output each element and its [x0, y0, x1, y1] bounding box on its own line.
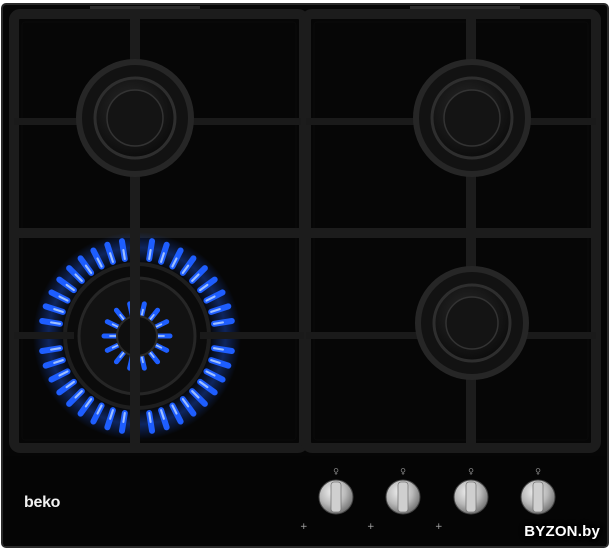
flame-core [122, 249, 126, 261]
flame-core [212, 321, 224, 325]
flame-core [148, 249, 152, 261]
svg-text:+: + [435, 522, 443, 532]
flame-core [122, 411, 126, 423]
burner-rear-left [76, 59, 194, 177]
flame-core [148, 411, 152, 423]
watermark: BYZON.by [524, 523, 600, 540]
burner-rear-right [413, 59, 531, 177]
svg-text:♀: ♀ [535, 467, 541, 476]
svg-text:+: + [367, 522, 375, 532]
flame-core [50, 347, 62, 351]
flame-core [212, 347, 224, 351]
brand-logo: beko [24, 494, 61, 511]
svg-text:♀: ♀ [400, 467, 406, 476]
svg-text:+: + [300, 522, 308, 532]
svg-text:♀: ♀ [468, 467, 474, 476]
burner-front-right [415, 266, 529, 380]
gas-hob-photo: ♀ + ♀ + ♀ + ♀ beko BYZON.by [0, 0, 610, 550]
control-panel [4, 456, 606, 546]
hob-drawing: ♀ + ♀ + ♀ + ♀ [1, 3, 609, 548]
svg-text:♀: ♀ [333, 467, 339, 476]
flame-core [50, 321, 62, 325]
